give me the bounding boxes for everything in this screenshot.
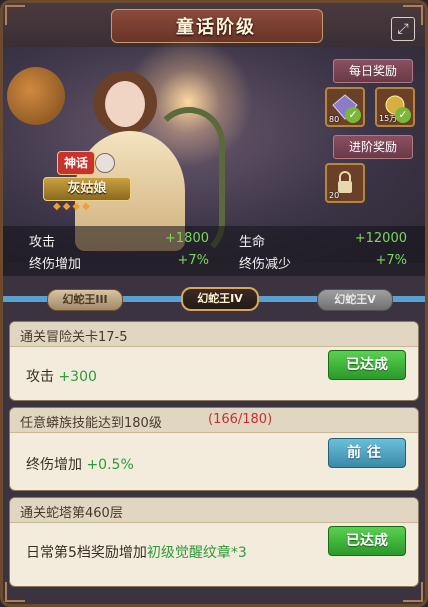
frame-corner — [403, 5, 423, 25]
page-title: 童话阶级 — [176, 17, 256, 38]
daily-reward-label: 每日奖励 — [333, 59, 413, 83]
card-header: 通关蛇塔第460层 — [10, 498, 418, 523]
card-header: 任意蟒族技能达到180级 (166/180) — [10, 408, 418, 433]
stat-final-dmg-red-label: 终伤减少 — [239, 257, 292, 272]
condition-title: 通关蛇塔第460层 — [20, 506, 123, 521]
reward-value: +300 — [58, 369, 97, 385]
star-rating: ◆◆◆◆ — [53, 201, 92, 212]
rarity-badge: 神话 — [57, 151, 95, 175]
stat-hp-value: +12000 — [354, 231, 407, 246]
reward-value: +0.5% — [86, 457, 134, 473]
frame-corner — [5, 5, 25, 25]
check-icon: ✓ — [345, 107, 361, 123]
stat-hp-label: 生命 — [239, 235, 266, 250]
hero-name: 灰姑娘 — [43, 177, 131, 201]
stage-tab-2[interactable]: 幻蛇王IV — [181, 287, 259, 311]
reward-label: 攻击 — [26, 369, 54, 385]
stage-tab-3[interactable]: 幻蛇王V — [317, 289, 393, 311]
daily-reward-slot-1[interactable]: 80 ✓ — [325, 87, 365, 127]
condition-title: 通关冒险关卡17-5 — [20, 330, 128, 345]
card-header: 通关冒险关卡17-5 — [10, 322, 418, 347]
pumpkin-decoration — [7, 67, 65, 125]
condition-title: 任意蟒族技能达到180级 — [20, 416, 162, 431]
reward-label: 终伤增加 — [26, 457, 82, 473]
stat-final-dmg-red-value: +7% — [375, 253, 407, 268]
daily-reward-slot-2[interactable]: 15万 ✓ — [375, 87, 415, 127]
faction-icon — [95, 153, 115, 173]
stats-panel: 攻击 +1800 生命 +12000 终伤增加 +7% 终伤减少 +7% — [3, 226, 425, 276]
frame-corner — [5, 582, 25, 602]
title-bar: 童话阶级 ⤢ — [3, 3, 425, 47]
reward-suffix: *3 — [230, 545, 247, 561]
stat-attack-label: 攻击 — [29, 235, 56, 250]
advance-reward-slot[interactable]: 20 — [325, 163, 365, 203]
condition-card-3: 通关蛇塔第460层 日常第5档奖励增加初级觉醒纹章*3 已达成 — [9, 497, 419, 587]
reward-count: 20 — [329, 191, 340, 200]
condition-card-1: 通关冒险关卡17-5 攻击 +300 已达成 — [9, 321, 419, 401]
stat-final-dmg-inc-value: +7% — [177, 253, 209, 268]
reward-label: 日常第5档奖励增加 — [26, 545, 147, 561]
hero-face — [105, 81, 145, 127]
stat-attack-value: +1800 — [165, 231, 209, 246]
stage-tab-1[interactable]: 幻蛇王III — [47, 289, 123, 311]
frame-corner — [403, 582, 423, 602]
condition-reward: 日常第5档奖励增加初级觉醒纹章*3 — [26, 542, 247, 562]
condition-card-2: 任意蟒族技能达到180级 (166/180) 终伤增加 +0.5% 前往 — [9, 407, 419, 491]
check-icon: ✓ — [395, 107, 411, 123]
condition-reward: 攻击 +300 — [26, 366, 97, 386]
reward-count: 80 — [329, 115, 340, 124]
hero-tier-panel: 童话阶级 ⤢ 神话 灰姑娘 ◆◆◆◆ 每日奖励 80 ✓ 15万 ✓ 进阶奖励 … — [0, 0, 428, 607]
stat-final-dmg-inc-label: 终伤增加 — [29, 257, 82, 272]
advance-reward-label: 进阶奖励 — [333, 135, 413, 159]
achieved-button[interactable]: 已达成 — [328, 526, 406, 556]
go-button[interactable]: 前往 — [328, 438, 406, 468]
condition-reward: 终伤增加 +0.5% — [26, 454, 134, 474]
condition-progress: (166/180) — [208, 412, 273, 427]
reward-value: 初级觉醒纹章 — [146, 545, 231, 561]
achieved-button[interactable]: 已达成 — [328, 350, 406, 380]
